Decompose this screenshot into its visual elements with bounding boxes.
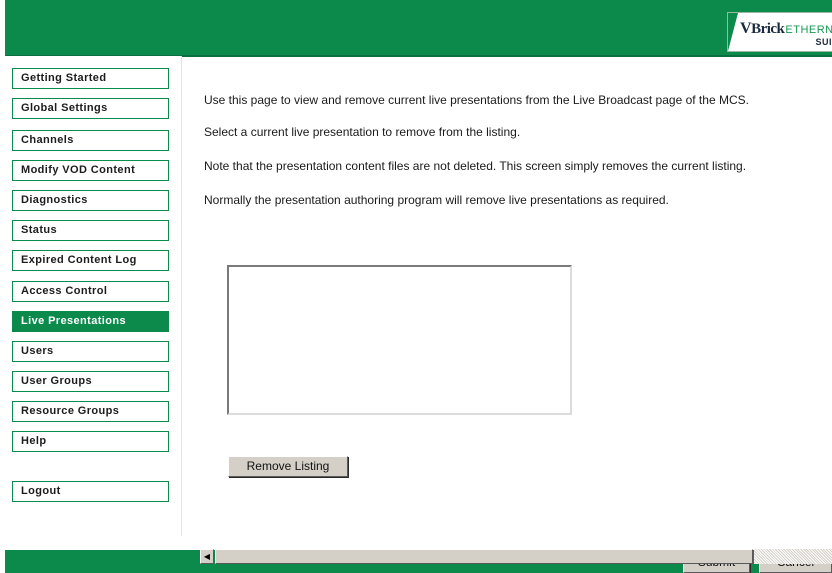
intro-text: Use this page to view and remove current… (204, 93, 749, 107)
nav-status[interactable]: Status (12, 220, 169, 241)
nav-expired-content-log[interactable]: Expired Content Log (12, 250, 169, 271)
scrollbar-track[interactable] (754, 549, 832, 564)
authoring-note-text: Normally the presentation authoring prog… (204, 193, 669, 207)
nav-getting-started[interactable]: Getting Started (12, 68, 169, 89)
logo-product: ETHERNE (785, 24, 832, 36)
nav-help[interactable]: Help (12, 431, 169, 452)
nav-diagnostics[interactable]: Diagnostics (12, 190, 169, 211)
page: VBrickETHERNE SUI Getting Started Global… (0, 0, 832, 573)
logo-sub: SUI (815, 37, 832, 47)
logo-slant-shape (728, 13, 738, 51)
logo-wordmark: VBrickETHERNE (740, 20, 832, 38)
scroll-left-arrow-icon[interactable]: ◀ (200, 549, 214, 564)
logo-brand-rest: Brick (751, 21, 785, 37)
nav-channels[interactable]: Channels (12, 130, 169, 151)
nav-resource-groups[interactable]: Resource Groups (12, 401, 169, 422)
nav-access-control[interactable]: Access Control (12, 281, 169, 302)
horizontal-scrollbar[interactable]: ◀ (200, 549, 832, 565)
vbrick-logo: VBrickETHERNE SUI (727, 12, 832, 52)
note-text: Note that the presentation content files… (204, 159, 747, 173)
nav-modify-vod-content[interactable]: Modify VOD Content (12, 160, 169, 181)
nav-global-settings[interactable]: Global Settings (12, 98, 169, 119)
live-presentations-listbox[interactable] (227, 265, 572, 415)
nav-live-presentations[interactable]: Live Presentations (12, 311, 169, 332)
logo-brand-v: V (740, 20, 752, 37)
scrollbar-thumb[interactable] (215, 549, 753, 564)
nav-user-groups[interactable]: User Groups (12, 371, 169, 392)
select-instruction-text: Select a current live presentation to re… (204, 125, 521, 139)
main-content: Use this page to view and remove current… (182, 56, 832, 536)
logout-button[interactable]: Logout (12, 481, 169, 502)
nav-users[interactable]: Users (12, 341, 169, 362)
header-bar: VBrickETHERNE SUI (5, 0, 832, 57)
sidebar: Getting Started Global Settings Channels… (0, 56, 182, 536)
remove-listing-button[interactable]: Remove Listing (228, 456, 348, 477)
